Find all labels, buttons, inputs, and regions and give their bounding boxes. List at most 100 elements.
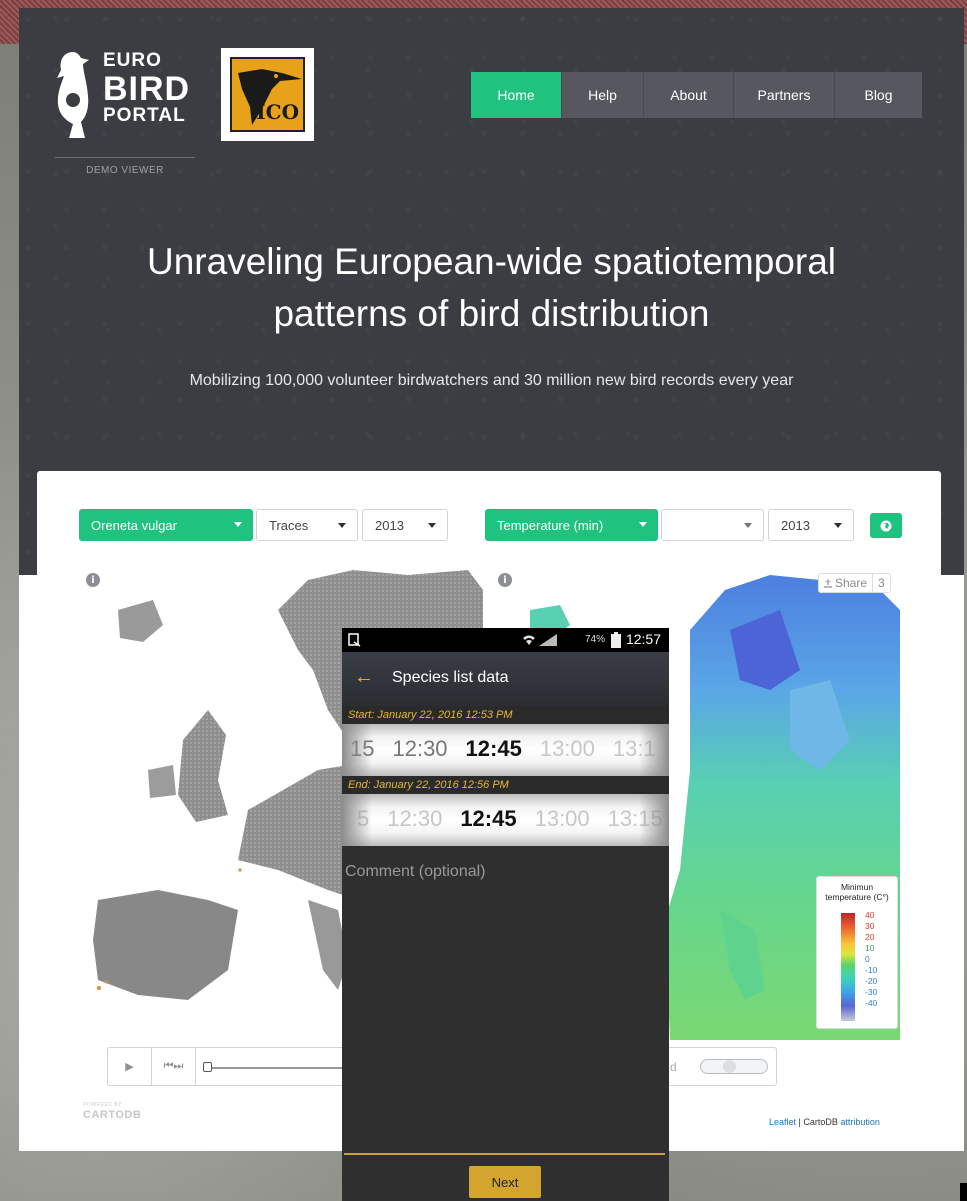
wheel-option-selected[interactable]: 12:45 [460,806,516,832]
play-icon: ▶ [125,1061,134,1073]
wheel-option[interactable]: 15 [350,736,374,762]
ico-partner-logo[interactable]: ICO [221,48,314,141]
share-icon [824,578,832,588]
nav-blog[interactable]: Blog [835,72,922,118]
legend-tick: 20 [865,932,875,942]
share-button[interactable]: Share [819,574,872,592]
notification-icon [348,633,361,647]
wheel-option-selected[interactable]: 12:45 [466,736,522,762]
comment-input[interactable]: Comment (optional) [345,863,486,881]
mobile-app-screenshot: 74% 12:57 ← Species list data Start: Jan… [342,628,669,1201]
layer-select-value: Traces [269,517,309,533]
chevron-down-icon [338,523,346,528]
battery-icon [611,632,621,648]
play-button[interactable]: ▶ [108,1048,152,1085]
wheel-option[interactable]: 13:00 [540,736,595,762]
nav-home[interactable]: Home [471,72,562,118]
next-button[interactable]: Next [469,1166,541,1198]
chevron-down-icon [639,522,647,527]
year-left-value: 2013 [375,517,404,533]
corner-artifact [960,1183,967,1201]
attribution-separator: | CartoDB [796,1117,841,1127]
start-time-picker[interactable]: 15 12:30 12:45 13:00 13:1 [342,724,669,776]
step-button[interactable]: ⏮⏭ [152,1048,196,1085]
legend-tick: 40 [865,910,875,920]
timeline-slider-handle[interactable] [203,1062,212,1072]
ico-logo-mark: ICO [230,57,305,132]
variable-select-value: Temperature (min) [497,517,604,533]
app-toolbar: ← Species list data [342,652,669,706]
ico-logo-text: ICO [256,100,299,124]
demo-viewer-tagline: DEMO VIEWER [86,165,164,176]
comment-underline [344,1153,665,1155]
end-time-label: End: January 22, 2016 12:56 PM [342,776,669,794]
wheel-option[interactable]: 12:30 [392,736,447,762]
wheel-option[interactable]: 13:15 [608,806,663,832]
end-time-wheel: 5 12:30 12:45 13:00 13:15 [357,806,669,832]
variable-option-select[interactable] [661,509,764,541]
wheel-option[interactable]: 13:1 [613,736,656,762]
legend-title: Minimun temperature (C°) [825,882,889,902]
cartodb-logo-text: CARTODB [83,1109,142,1121]
step-icon: ⏮⏭ [163,1060,184,1072]
logo-divider [55,157,195,158]
hero-title-line1: Unraveling European-wide spatiotemporal [147,241,836,282]
legend-color-ramp [841,913,855,1021]
wheel-option[interactable]: 5 [357,806,369,832]
globe-button[interactable] [870,513,902,538]
main-nav: Home Help About Partners Blog [471,72,922,118]
back-arrow-icon[interactable]: ← [354,666,374,689]
share-label: Share [835,576,868,590]
status-time: 12:57 [625,631,661,647]
variable-select[interactable]: Temperature (min) [485,509,658,541]
bird-pin-icon [57,52,89,138]
nav-help[interactable]: Help [562,72,644,118]
end-time-picker[interactable]: 5 12:30 12:45 13:00 13:15 [342,794,669,846]
year-right-value: 2013 [781,517,810,533]
chevron-down-icon [234,522,242,527]
globe-icon [880,520,892,531]
temperature-legend: Minimun temperature (C°) 40 30 20 10 0 -… [816,876,898,1029]
share-widget[interactable]: Share 3 [818,573,891,593]
hero-title: Unraveling European-wide spatiotemporal … [19,236,964,340]
species-select[interactable]: Oreneta vulgar [79,509,253,541]
layer-toggle-knob[interactable] [723,1060,736,1073]
wheel-option[interactable]: 13:00 [535,806,590,832]
year-left-select[interactable]: 2013 [362,509,448,541]
info-icon[interactable]: i [498,573,512,587]
year-right-select[interactable]: 2013 [768,509,854,541]
hero-title-line2: patterns of bird distribution [273,293,710,334]
wheel-option[interactable]: 12:30 [387,806,442,832]
nav-about[interactable]: About [644,72,734,118]
start-time-label: Start: January 22, 2016 12:53 PM [342,706,669,724]
logo-wordmark: EURO BIRD PORTAL [103,50,190,126]
legend-tick: -20 [865,976,878,986]
legend-tick: -30 [865,987,878,997]
share-count: 3 [872,574,890,592]
logo-line-euro: EURO [103,50,162,71]
attribution-link[interactable]: attribution [840,1117,880,1127]
legend-tick: -10 [865,965,878,975]
logo-line-bird: BIRD [103,70,191,108]
legend-tick: -40 [865,998,878,1008]
app-screen-title: Species list data [392,669,509,686]
cartodb-credit[interactable]: POWERED BY CARTODB [83,1100,142,1121]
logo-line-portal: PORTAL [103,105,186,126]
eurobirdportal-logo[interactable]: EURO BIRD PORTAL [55,50,200,140]
legend-tick: 30 [865,921,875,931]
info-icon[interactable]: i [86,573,100,587]
timeline-slider-track[interactable] [205,1067,345,1069]
legend-tick: 10 [865,943,875,953]
leaflet-link[interactable]: Leaflet [769,1117,796,1127]
nav-partners[interactable]: Partners [734,72,835,118]
legend-tick: 0 [865,954,870,964]
map-attribution: Leaflet | CartoDB attribution [769,1117,880,1127]
status-bar: 74% 12:57 [342,628,669,652]
start-time-wheel: 15 12:30 12:45 13:00 13:1 [350,736,669,762]
hero-subtitle: Mobilizing 100,000 volunteer birdwatcher… [189,372,794,389]
chevron-down-icon [428,523,436,528]
layer-select[interactable]: Traces [256,509,358,541]
legend-ticks: 40 30 20 10 0 -10 -20 -30 -40 [865,910,877,1009]
right-player-label: d [670,1060,677,1074]
battery-percent: 74% [584,634,605,645]
